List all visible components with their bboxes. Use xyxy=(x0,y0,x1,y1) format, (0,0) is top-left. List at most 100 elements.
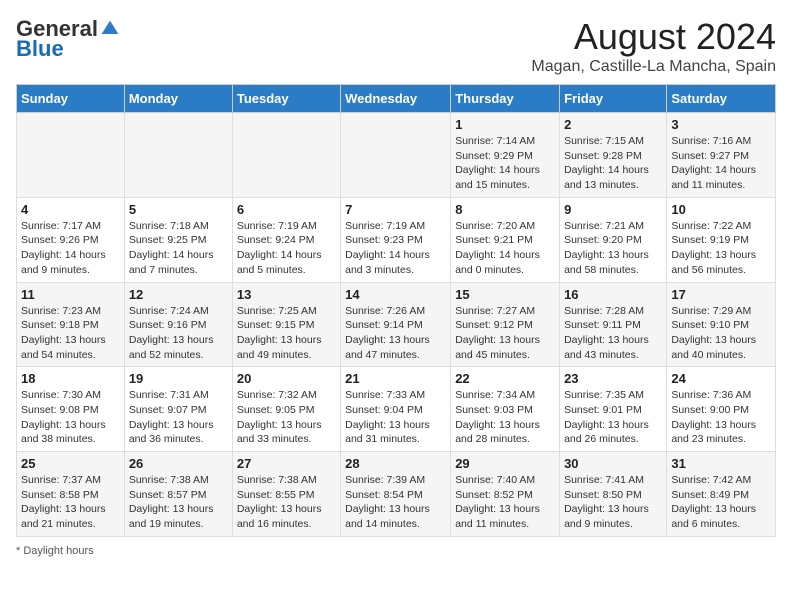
day-info: Sunrise: 7:20 AM Sunset: 9:21 PM Dayligh… xyxy=(455,219,555,278)
day-cell: 29 Sunrise: 7:40 AM Sunset: 8:52 PM Dayli… xyxy=(451,452,560,537)
week-row-2: 4 Sunrise: 7:17 AM Sunset: 9:26 PM Daylig… xyxy=(17,197,776,282)
day-info: Sunrise: 7:30 AM Sunset: 9:08 PM Dayligh… xyxy=(21,388,120,447)
day-number: 15 xyxy=(455,287,555,302)
day-info: Sunrise: 7:31 AM Sunset: 9:07 PM Dayligh… xyxy=(129,388,228,447)
day-info: Sunrise: 7:40 AM Sunset: 8:52 PM Dayligh… xyxy=(455,473,555,532)
day-info: Sunrise: 7:27 AM Sunset: 9:12 PM Dayligh… xyxy=(455,304,555,363)
weekday-header-friday: Friday xyxy=(560,85,667,113)
title-area: August 2024 Magan, Castille-La Mancha, S… xyxy=(531,16,776,76)
day-number: 30 xyxy=(564,456,662,471)
day-info: Sunrise: 7:17 AM Sunset: 9:26 PM Dayligh… xyxy=(21,219,120,278)
day-number: 2 xyxy=(564,117,662,132)
month-title: August 2024 xyxy=(531,16,776,58)
day-info: Sunrise: 7:14 AM Sunset: 9:29 PM Dayligh… xyxy=(455,134,555,193)
day-cell: 30 Sunrise: 7:41 AM Sunset: 8:50 PM Dayli… xyxy=(560,452,667,537)
day-cell: 28 Sunrise: 7:39 AM Sunset: 8:54 PM Dayli… xyxy=(341,452,451,537)
day-cell: 4 Sunrise: 7:17 AM Sunset: 9:26 PM Daylig… xyxy=(17,197,125,282)
day-number: 11 xyxy=(21,287,120,302)
day-number: 28 xyxy=(345,456,446,471)
logo: General Blue xyxy=(16,16,120,62)
day-info: Sunrise: 7:33 AM Sunset: 9:04 PM Dayligh… xyxy=(345,388,446,447)
day-info: Sunrise: 7:15 AM Sunset: 9:28 PM Dayligh… xyxy=(564,134,662,193)
day-info: Sunrise: 7:26 AM Sunset: 9:14 PM Dayligh… xyxy=(345,304,446,363)
day-number: 13 xyxy=(237,287,336,302)
day-cell xyxy=(341,113,451,198)
day-info: Sunrise: 7:34 AM Sunset: 9:03 PM Dayligh… xyxy=(455,388,555,447)
day-info: Sunrise: 7:18 AM Sunset: 9:25 PM Dayligh… xyxy=(129,219,228,278)
day-info: Sunrise: 7:29 AM Sunset: 9:10 PM Dayligh… xyxy=(671,304,771,363)
day-cell: 23 Sunrise: 7:35 AM Sunset: 9:01 PM Dayli… xyxy=(560,367,667,452)
day-info: Sunrise: 7:21 AM Sunset: 9:20 PM Dayligh… xyxy=(564,219,662,278)
day-info: Sunrise: 7:19 AM Sunset: 9:23 PM Dayligh… xyxy=(345,219,446,278)
footer-note-text: Daylight hours xyxy=(23,545,93,557)
day-number: 14 xyxy=(345,287,446,302)
day-cell: 9 Sunrise: 7:21 AM Sunset: 9:20 PM Daylig… xyxy=(560,197,667,282)
header: General Blue August 2024 Magan, Castille… xyxy=(16,16,776,76)
day-cell: 3 Sunrise: 7:16 AM Sunset: 9:27 PM Daylig… xyxy=(667,113,776,198)
day-number: 23 xyxy=(564,371,662,386)
day-info: Sunrise: 7:36 AM Sunset: 9:00 PM Dayligh… xyxy=(671,388,771,447)
day-cell: 11 Sunrise: 7:23 AM Sunset: 9:18 PM Dayli… xyxy=(17,282,125,367)
day-info: Sunrise: 7:38 AM Sunset: 8:57 PM Dayligh… xyxy=(129,473,228,532)
day-cell: 25 Sunrise: 7:37 AM Sunset: 8:58 PM Dayli… xyxy=(17,452,125,537)
weekday-header-saturday: Saturday xyxy=(667,85,776,113)
day-number: 3 xyxy=(671,117,771,132)
day-number: 24 xyxy=(671,371,771,386)
day-number: 26 xyxy=(129,456,228,471)
day-cell xyxy=(232,113,340,198)
day-cell: 22Sunrise: 7:34 AM Sunset: 9:03 PM Dayli… xyxy=(451,367,560,452)
weekday-header-row: SundayMondayTuesdayWednesdayThursdayFrid… xyxy=(17,85,776,113)
day-number: 5 xyxy=(129,202,228,217)
day-info: Sunrise: 7:28 AM Sunset: 9:11 PM Dayligh… xyxy=(564,304,662,363)
day-cell: 8Sunrise: 7:20 AM Sunset: 9:21 PM Daylig… xyxy=(451,197,560,282)
weekday-header-sunday: Sunday xyxy=(17,85,125,113)
day-cell: 31 Sunrise: 7:42 AM Sunset: 8:49 PM Dayli… xyxy=(667,452,776,537)
location-title: Magan, Castille-La Mancha, Spain xyxy=(531,58,776,76)
day-info: Sunrise: 7:16 AM Sunset: 9:27 PM Dayligh… xyxy=(671,134,771,193)
day-number: 4 xyxy=(21,202,120,217)
day-cell: 21 Sunrise: 7:33 AM Sunset: 9:04 PM Dayli… xyxy=(341,367,451,452)
day-cell: 26 Sunrise: 7:38 AM Sunset: 8:57 PM Dayli… xyxy=(124,452,232,537)
day-cell: 19Sunrise: 7:31 AM Sunset: 9:07 PM Dayli… xyxy=(124,367,232,452)
week-row-3: 11 Sunrise: 7:23 AM Sunset: 9:18 PM Dayli… xyxy=(17,282,776,367)
day-info: Sunrise: 7:42 AM Sunset: 8:49 PM Dayligh… xyxy=(671,473,771,532)
day-info: Sunrise: 7:41 AM Sunset: 8:50 PM Dayligh… xyxy=(564,473,662,532)
day-cell: 16Sunrise: 7:28 AM Sunset: 9:11 PM Dayli… xyxy=(560,282,667,367)
week-row-4: 18Sunrise: 7:30 AM Sunset: 9:08 PM Dayli… xyxy=(17,367,776,452)
day-info: Sunrise: 7:19 AM Sunset: 9:24 PM Dayligh… xyxy=(237,219,336,278)
day-info: Sunrise: 7:32 AM Sunset: 9:05 PM Dayligh… xyxy=(237,388,336,447)
day-number: 27 xyxy=(237,456,336,471)
day-number: 10 xyxy=(671,202,771,217)
calendar-table: SundayMondayTuesdayWednesdayThursdayFrid… xyxy=(16,84,776,537)
weekday-header-wednesday: Wednesday xyxy=(341,85,451,113)
day-number: 9 xyxy=(564,202,662,217)
day-cell: 2 Sunrise: 7:15 AM Sunset: 9:28 PM Daylig… xyxy=(560,113,667,198)
day-cell xyxy=(124,113,232,198)
day-cell: 20Sunrise: 7:32 AM Sunset: 9:05 PM Dayli… xyxy=(232,367,340,452)
day-number: 21 xyxy=(345,371,446,386)
weekday-header-thursday: Thursday xyxy=(451,85,560,113)
weekday-header-tuesday: Tuesday xyxy=(232,85,340,113)
day-info: Sunrise: 7:38 AM Sunset: 8:55 PM Dayligh… xyxy=(237,473,336,532)
day-info: Sunrise: 7:23 AM Sunset: 9:18 PM Dayligh… xyxy=(21,304,120,363)
day-cell: 1Sunrise: 7:14 AM Sunset: 9:29 PM Daylig… xyxy=(451,113,560,198)
day-number: 17 xyxy=(671,287,771,302)
day-info: Sunrise: 7:22 AM Sunset: 9:19 PM Dayligh… xyxy=(671,219,771,278)
day-number: 6 xyxy=(237,202,336,217)
day-number: 25 xyxy=(21,456,120,471)
day-cell: 15 Sunrise: 7:27 AM Sunset: 9:12 PM Dayli… xyxy=(451,282,560,367)
logo-icon xyxy=(100,19,120,39)
day-cell: 17 Sunrise: 7:29 AM Sunset: 9:10 PM Dayli… xyxy=(667,282,776,367)
day-info: Sunrise: 7:35 AM Sunset: 9:01 PM Dayligh… xyxy=(564,388,662,447)
logo-blue-text: Blue xyxy=(16,36,64,62)
day-info: Sunrise: 7:39 AM Sunset: 8:54 PM Dayligh… xyxy=(345,473,446,532)
day-cell: 18Sunrise: 7:30 AM Sunset: 9:08 PM Dayli… xyxy=(17,367,125,452)
day-cell: 5 Sunrise: 7:18 AM Sunset: 9:25 PM Daylig… xyxy=(124,197,232,282)
day-number: 31 xyxy=(671,456,771,471)
day-number: 29 xyxy=(455,456,555,471)
day-cell: 14 Sunrise: 7:26 AM Sunset: 9:14 PM Dayli… xyxy=(341,282,451,367)
day-info: Sunrise: 7:37 AM Sunset: 8:58 PM Dayligh… xyxy=(21,473,120,532)
day-cell: 10 Sunrise: 7:22 AM Sunset: 9:19 PM Dayli… xyxy=(667,197,776,282)
day-cell: 7Sunrise: 7:19 AM Sunset: 9:23 PM Daylig… xyxy=(341,197,451,282)
day-cell: 6 Sunrise: 7:19 AM Sunset: 9:24 PM Daylig… xyxy=(232,197,340,282)
